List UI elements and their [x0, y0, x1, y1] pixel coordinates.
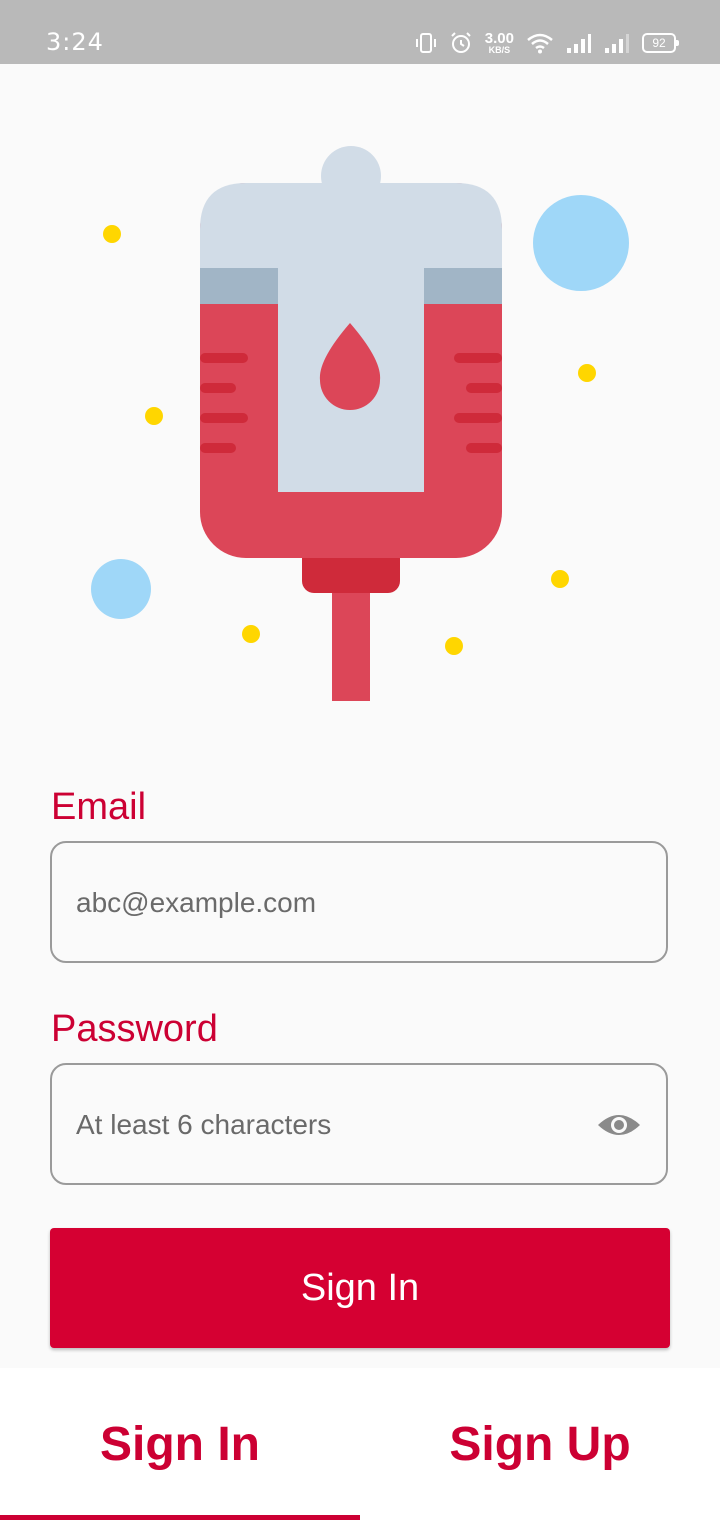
decor-dot — [445, 637, 463, 655]
tab-sign-in[interactable]: Sign In — [0, 1368, 360, 1520]
active-tab-indicator — [0, 1515, 360, 1520]
status-icons: 3.00 KB/S 92 — [415, 28, 679, 58]
status-bar: 3:24 3.00 KB/S 92 — [0, 0, 720, 64]
vibrate-icon — [415, 33, 436, 53]
email-input[interactable] — [74, 843, 578, 963]
decor-dot — [103, 225, 121, 243]
sign-in-button[interactable]: Sign In — [50, 1228, 670, 1348]
net-speed: 3.00 KB/S — [485, 31, 514, 55]
signal-icon-2 — [605, 34, 629, 53]
bag-top — [200, 183, 502, 268]
signal-icon — [567, 34, 591, 53]
password-label: Password — [51, 1008, 218, 1050]
decor-bubble — [533, 195, 629, 291]
password-field-container — [50, 1063, 668, 1185]
tab-sign-up[interactable]: Sign Up — [360, 1368, 720, 1520]
decor-bubble — [91, 559, 151, 619]
password-input[interactable] — [74, 1065, 578, 1185]
decor-dot — [551, 570, 569, 588]
net-speed-unit: KB/S — [488, 45, 511, 55]
bottom-tab-bar: Sign In Sign Up — [0, 1368, 720, 1520]
status-time: 3:24 — [46, 28, 104, 56]
wifi-icon — [527, 33, 553, 54]
net-speed-value: 3.00 — [484, 30, 514, 47]
blood-bag-illustration — [91, 146, 629, 701]
eye-icon[interactable] — [596, 1109, 642, 1141]
battery-icon: 92 — [642, 33, 679, 53]
decor-dot — [578, 364, 596, 382]
email-field-container — [50, 841, 668, 963]
email-label: Email — [51, 786, 147, 828]
decor-dot — [145, 407, 163, 425]
bag-tube — [332, 580, 370, 701]
alarm-icon — [451, 32, 471, 53]
decor-dot — [242, 625, 260, 643]
